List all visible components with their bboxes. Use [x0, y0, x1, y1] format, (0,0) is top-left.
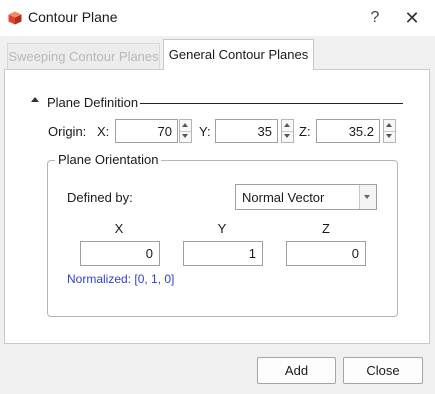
close-button[interactable]: Close — [343, 357, 423, 384]
normal-y-input[interactable] — [183, 241, 263, 266]
origin-z-field[interactable] — [317, 120, 379, 142]
origin-y-input[interactable] — [215, 119, 278, 143]
normal-x-input[interactable] — [80, 241, 160, 266]
cube-app-icon — [8, 11, 22, 25]
help-button[interactable]: ? — [363, 6, 387, 30]
origin-x-field[interactable] — [116, 120, 177, 142]
title-bar: Contour Plane ? ✕ — [0, 0, 435, 36]
origin-z-input[interactable] — [316, 119, 380, 143]
tab-general-contour-planes[interactable]: General Contour Planes — [163, 39, 314, 70]
origin-x-spinner[interactable] — [179, 119, 192, 143]
window-title: Contour Plane — [28, 9, 118, 25]
defined-by-select[interactable]: Normal Vector — [235, 184, 377, 210]
normal-z-field[interactable] — [287, 242, 365, 265]
origin-y-field[interactable] — [216, 120, 277, 142]
plane-definition-label[interactable]: Plane Definition — [47, 95, 138, 110]
close-window-button[interactable]: ✕ — [400, 6, 424, 30]
vector-z-header: Z — [322, 221, 330, 236]
vector-x-header: X — [114, 221, 124, 236]
spin-down-icon[interactable] — [282, 131, 293, 142]
vector-y-header: Y — [217, 221, 227, 236]
normalized-vector-text: Normalized: [0, 1, 0] — [67, 272, 175, 286]
origin-y-label: Y: — [199, 124, 211, 139]
origin-z-label: Z: — [299, 124, 311, 139]
spin-down-icon[interactable] — [384, 131, 395, 142]
spin-down-icon[interactable] — [180, 131, 191, 142]
add-button[interactable]: Add — [257, 357, 336, 384]
tab-sweeping-contour-planes[interactable]: Sweeping Contour Planes — [7, 43, 160, 69]
origin-x-label: X: — [97, 124, 110, 139]
defined-by-label: Defined by: — [67, 190, 133, 205]
origin-y-spinner[interactable] — [281, 119, 294, 143]
origin-label: Origin: — [48, 124, 87, 139]
section-divider — [140, 103, 403, 104]
origin-x-input[interactable] — [115, 119, 178, 143]
dropdown-button[interactable] — [359, 185, 376, 209]
normal-z-input[interactable] — [286, 241, 366, 266]
normal-y-field[interactable] — [184, 242, 262, 265]
defined-by-value: Normal Vector — [242, 190, 325, 205]
plane-orientation-label: Plane Orientation — [55, 152, 162, 167]
origin-z-spinner[interactable] — [383, 119, 396, 143]
normal-x-field[interactable] — [81, 242, 159, 265]
chevron-down-icon — [364, 195, 370, 199]
collapse-arrow-icon[interactable] — [31, 97, 39, 102]
